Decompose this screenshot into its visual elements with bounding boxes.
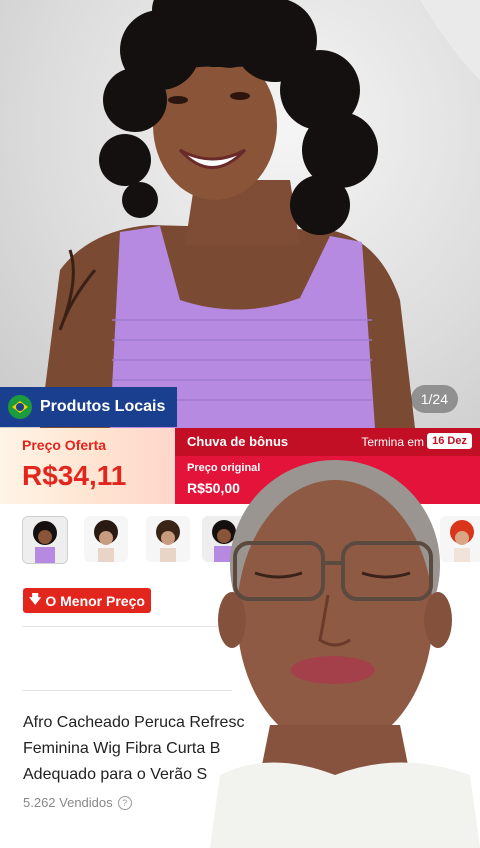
local-products-badge: Produtos Locais bbox=[0, 387, 177, 427]
local-products-label: Produtos Locais bbox=[40, 398, 166, 415]
presenter-photo bbox=[210, 460, 480, 848]
divider bbox=[22, 626, 242, 627]
sold-count-label: 5.262 Vendidos bbox=[23, 795, 113, 810]
product-title-line: Feminina Wig Fibra Curta B bbox=[23, 740, 221, 757]
variant-thumb[interactable] bbox=[146, 516, 190, 562]
presenter-video-overlay bbox=[210, 455, 480, 848]
offer-label: Preço Oferta bbox=[22, 437, 107, 453]
ends-label: Termina em bbox=[361, 435, 424, 449]
brazil-flag-icon bbox=[8, 395, 32, 419]
down-arrow-icon: 🡇 bbox=[29, 592, 42, 606]
product-image[interactable]: 1/24 bbox=[0, 0, 480, 428]
offer-price: R$34,11 bbox=[22, 460, 127, 491]
sold-count: 5.262 Vendidos ? bbox=[23, 795, 132, 810]
bonus-label: Chuva de bônus bbox=[187, 434, 289, 449]
divider bbox=[22, 690, 232, 691]
ends-date: 16 Dez bbox=[427, 433, 472, 449]
lowest-price-label: O Menor Preço bbox=[45, 592, 145, 609]
lowest-price-badge: 🡇 O Menor Preço bbox=[23, 588, 151, 613]
model-photo bbox=[40, 0, 480, 428]
variant-thumb[interactable] bbox=[22, 516, 68, 564]
product-title-line: Adequado para o Verão S bbox=[23, 766, 208, 783]
variant-thumb[interactable] bbox=[84, 516, 128, 562]
image-counter: 1/24 bbox=[410, 385, 458, 413]
help-icon[interactable]: ? bbox=[117, 795, 132, 810]
offer-price-box: Preço Oferta R$34,11 bbox=[0, 428, 175, 504]
